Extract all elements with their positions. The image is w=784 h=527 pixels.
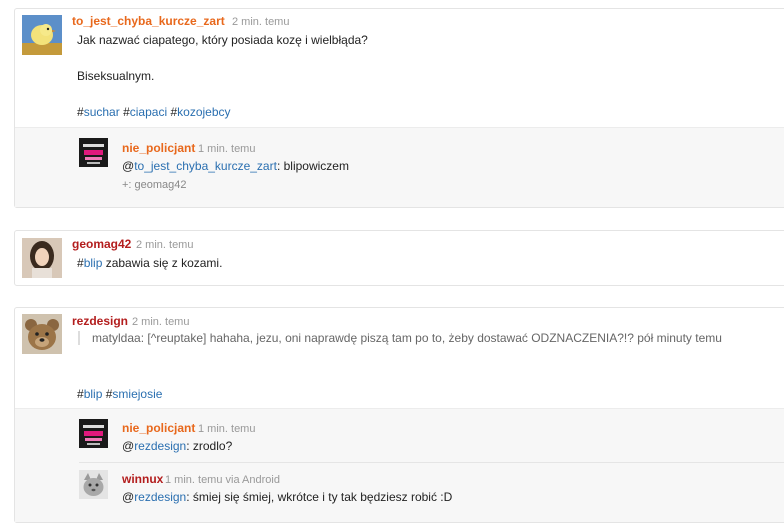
comment-text: @rezdesign: zrodlo? — [122, 439, 233, 453]
quoted-entry[interactable]: matyldaa: [^reuptake] hahaha, jezu, oni … — [78, 331, 722, 345]
comment-author-link[interactable]: nie_policjant — [122, 141, 195, 155]
entry-author-link[interactable]: to_jest_chyba_kurcze_zart — [72, 14, 225, 28]
commenter-avatar[interactable] — [79, 470, 108, 499]
tag-link-kozojebcy[interactable]: kozojebcy — [177, 105, 230, 119]
entry-timestamp[interactable]: 2 min. temu — [232, 16, 289, 28]
entry-timestamp[interactable]: 2 min. temu — [132, 316, 189, 328]
tag-link-ciapaci[interactable]: ciapaci — [130, 105, 167, 119]
cat-avatar-icon — [79, 470, 108, 499]
comment-timestamp[interactable]: 1 min. temu via Android — [165, 474, 280, 486]
comment-timestamp[interactable]: 1 min. temu — [198, 423, 255, 435]
comment-section: nie_policjant 1 min. temu @to_jest_chyba… — [15, 127, 784, 207]
entry-text: #blip zabawia się z kozami. — [77, 256, 223, 270]
entry-text-line-2: Biseksualnym. — [77, 69, 155, 83]
comment-divider — [79, 462, 784, 463]
commenter-avatar[interactable] — [79, 138, 108, 167]
comment-author-link[interactable]: winnux — [122, 472, 163, 486]
entry-text-line-1: Jak nazwać ciapatego, który posiada kozę… — [77, 33, 368, 47]
policjant-avatar-icon — [79, 419, 108, 448]
plus-count[interactable]: +: geomag42 — [122, 179, 187, 191]
chick-avatar-icon — [22, 15, 62, 55]
tag-link-suchar[interactable]: suchar — [84, 105, 120, 119]
comment-timestamp[interactable]: 1 min. temu — [198, 143, 255, 155]
mention-link[interactable]: rezdesign — [134, 439, 186, 453]
author-avatar[interactable] — [22, 15, 62, 55]
author-avatar[interactable] — [22, 238, 62, 278]
comment-section: nie_policjant 1 min. temu @rezdesign: zr… — [15, 408, 784, 522]
commenter-avatar[interactable] — [79, 419, 108, 448]
teddy-bear-avatar-icon — [22, 314, 62, 354]
comment-author-link[interactable]: nie_policjant — [122, 421, 195, 435]
mention-link[interactable]: to_jest_chyba_kurcze_zart — [134, 159, 277, 173]
tag-link-blip[interactable]: blip — [84, 256, 103, 270]
comment-text: @rezdesign: śmiej się śmiej, wkrótce i t… — [122, 490, 453, 504]
entry-author-link[interactable]: rezdesign — [72, 314, 128, 328]
entry-3: rezdesign 2 min. temu matyldaa: [^reupta… — [14, 307, 784, 523]
author-avatar[interactable] — [22, 314, 62, 354]
entry-tags: #suchar #ciapaci #kozojebcy — [77, 105, 231, 119]
entry-2: geomag42 2 min. temu #blip zabawia się z… — [14, 230, 784, 286]
comment-text: @to_jest_chyba_kurcze_zart: blipowiczem — [122, 159, 349, 173]
tag-link-blip[interactable]: blip — [84, 387, 103, 401]
entry-1: to_jest_chyba_kurcze_zart 2 min. temu Ja… — [14, 8, 784, 208]
mention-link[interactable]: rezdesign — [134, 490, 186, 504]
entry-tags: #blip #smiejosie — [77, 387, 163, 401]
tag-link-smiejosie[interactable]: smiejosie — [112, 387, 162, 401]
woman-avatar-icon — [22, 238, 62, 278]
entry-timestamp[interactable]: 2 min. temu — [136, 239, 193, 251]
entry-author-link[interactable]: geomag42 — [72, 237, 131, 251]
policjant-avatar-icon — [79, 138, 108, 167]
